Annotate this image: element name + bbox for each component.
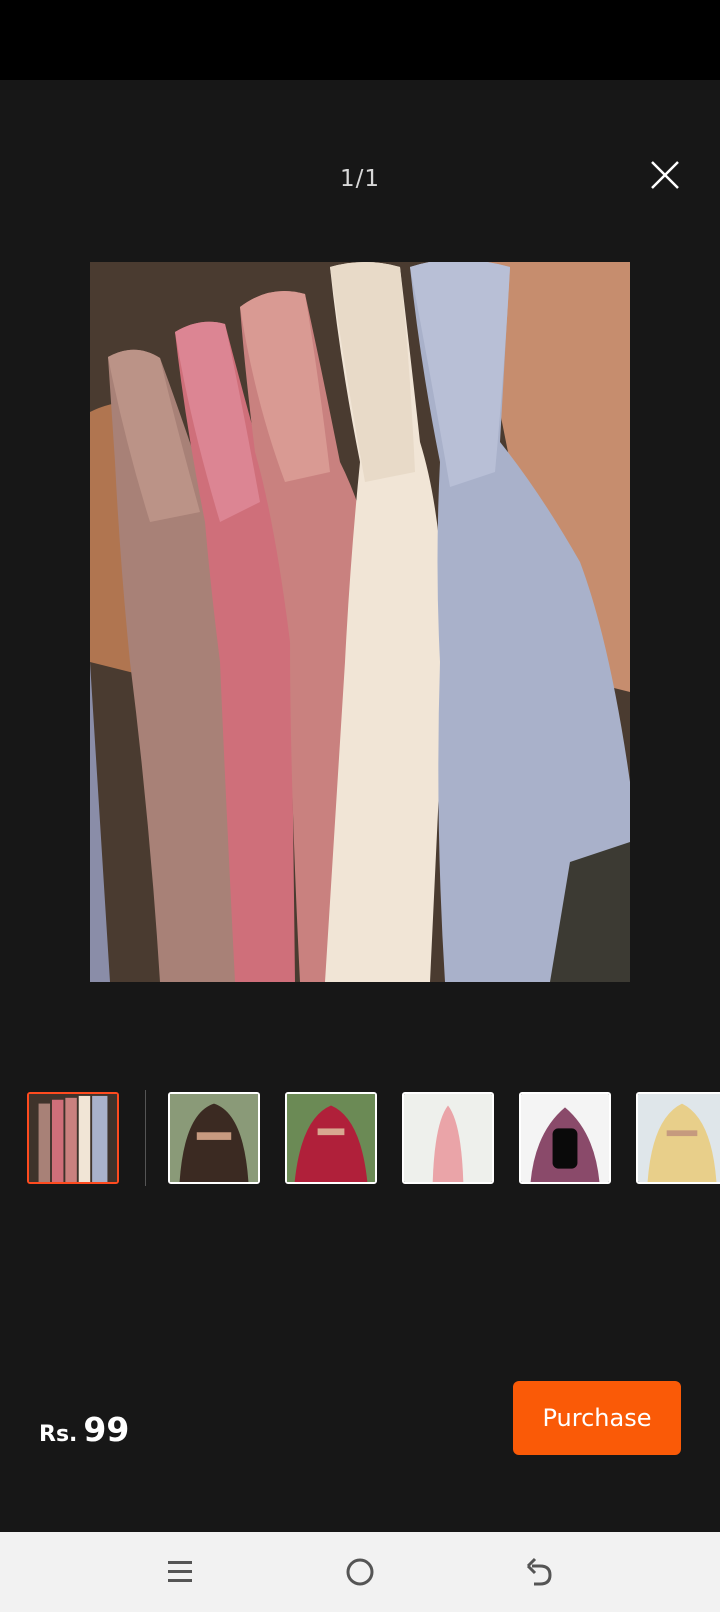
price: Rs. 99 — [39, 1410, 129, 1449]
price-value: 99 — [83, 1410, 130, 1449]
back-icon — [526, 1557, 552, 1586]
navigation-bar — [0, 1532, 720, 1612]
thumb-image — [29, 1094, 117, 1182]
home-button[interactable] — [342, 1554, 378, 1590]
thumb-scrunchie-hijabs[interactable] — [27, 1092, 119, 1184]
thumb-red-niqab[interactable] — [285, 1092, 377, 1184]
thumb-mauve-niqab[interactable] — [519, 1092, 611, 1184]
price-currency: Rs. — [39, 1422, 78, 1447]
thumb-pink-khimar[interactable] — [402, 1092, 494, 1184]
close-button[interactable] — [648, 158, 682, 192]
thumb-image — [287, 1094, 375, 1182]
close-icon — [651, 161, 679, 189]
thumb-yellow-niqab[interactable] — [636, 1092, 720, 1184]
home-icon — [346, 1558, 374, 1586]
product-image[interactable] — [90, 262, 630, 982]
menu-button[interactable] — [162, 1554, 198, 1590]
back-button[interactable] — [522, 1554, 558, 1590]
thumb-brown-niqab[interactable] — [168, 1092, 260, 1184]
hijab-photo — [90, 262, 630, 982]
thumb-image — [521, 1094, 609, 1182]
purchase-button[interactable]: Purchase — [513, 1381, 681, 1455]
thumb-image — [170, 1094, 258, 1182]
thumbnail-divider — [145, 1090, 146, 1186]
thumb-image — [638, 1094, 720, 1182]
status-bar — [0, 0, 720, 80]
menu-icon — [168, 1561, 192, 1582]
thumb-image — [404, 1094, 492, 1182]
image-counter: 1/1 — [339, 166, 380, 192]
